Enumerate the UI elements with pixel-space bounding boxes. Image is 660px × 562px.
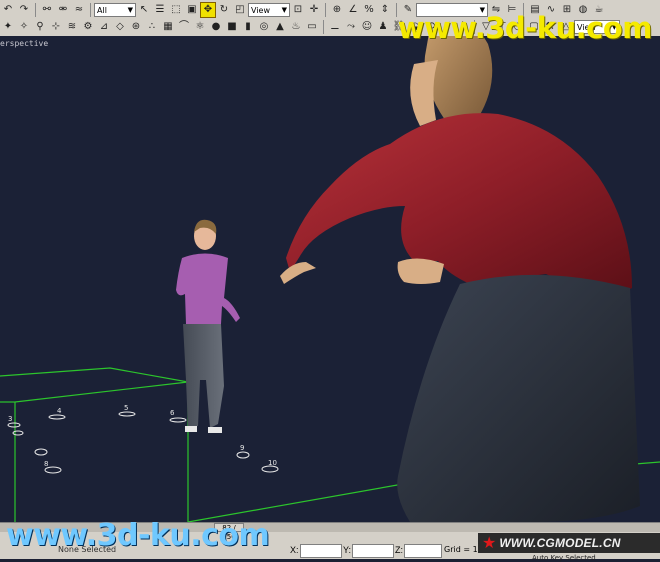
plane-icon[interactable]: ▭ [305,20,319,34]
bone-icon[interactable]: ⚊ [328,20,342,34]
footstep-marker[interactable] [34,448,48,456]
dynamics-icon[interactable]: ⚛ [193,20,207,34]
toolbar-divider [323,20,324,34]
perspective-viewport[interactable]: 3 4 5 6 8 9 10 erspective [0,36,660,522]
select-object-icon[interactable]: ↖ [137,3,151,17]
footstep-marker[interactable] [7,422,21,428]
auto-key-status[interactable]: Auto Key Selected [532,554,596,562]
footstep-label: 6 [170,409,175,417]
biped-icon[interactable]: ☺ [360,20,374,34]
angle-snap-icon[interactable]: ∠ [346,3,360,17]
cgmodel-logo-text: WWW.CGMODEL.CN [499,536,621,550]
cone-icon[interactable]: ▲ [273,20,287,34]
systems-icon[interactable]: ⚙ [81,20,95,34]
percent-snap-icon[interactable]: % [362,3,376,17]
footstep-label: 10 [268,459,277,467]
y-coordinate-field[interactable] [352,544,394,558]
child-character[interactable] [176,219,240,433]
cgmodel-logo: ★ WWW.CGMODEL.CN [478,533,660,553]
ik-icon[interactable]: ⤳ [344,20,358,34]
footstep-label: 8 [44,460,48,468]
toolbar-divider [35,3,36,17]
select-and-scale-icon[interactable]: ◰ [233,3,247,17]
x-coordinate-field[interactable] [300,544,342,558]
pivot-point-icon[interactable]: ⊡ [291,3,305,17]
woman-character[interactable] [280,36,640,522]
teapot-icon[interactable]: ♨ [289,20,303,34]
select-and-move-icon[interactable]: ✥ [200,2,216,18]
spinner-snap-icon[interactable]: ⇕ [378,3,392,17]
snap-toggle-icon[interactable]: ⊕ [330,3,344,17]
redo-icon[interactable]: ↷ [17,3,31,17]
viewport-scene: 3 4 5 6 8 9 10 [0,36,660,522]
watermark-top: www.3d-ku.com [397,11,653,45]
select-and-rotate-icon[interactable]: ↻ [217,3,231,17]
z-coordinate-label: Z: [395,545,403,555]
rectangular-selection-icon[interactable]: ⬚ [169,3,183,17]
footsteps [7,411,279,474]
footstep-marker[interactable] [169,417,187,423]
reference-coordinate-value: View [251,5,270,15]
z-coordinate-field[interactable] [404,544,442,558]
footstep-labels: 3 4 5 6 8 9 10 [8,404,277,468]
shapes-icon[interactable]: ◇ [113,20,127,34]
reference-coordinate-dropdown[interactable]: View ▼ [248,3,290,17]
select-link-icon[interactable]: ⚯ [40,3,54,17]
select-by-name-icon[interactable]: ☰ [153,3,167,17]
watermark-bottom: www.3d-ku.com [6,518,270,553]
window-crossing-icon[interactable]: ▣ [185,3,199,17]
nurbs-icon[interactable]: ⌒ [177,20,191,34]
footstep-label: 3 [8,415,12,423]
footstep-marker[interactable] [118,411,136,417]
selection-filter-value: All [97,5,107,15]
footstep-label: 9 [240,444,244,452]
viewport-label[interactable]: erspective [0,39,48,48]
cameras-icon[interactable]: ⚲ [33,20,47,34]
compound-icon[interactable]: ⊛ [129,20,143,34]
sphere-icon[interactable]: ● [209,20,223,34]
box-icon[interactable]: ■ [225,20,239,34]
cylinder-icon[interactable]: ▮ [241,20,255,34]
footstep-marker[interactable] [236,451,250,459]
chevron-down-icon: ▼ [127,6,133,14]
lights-icon[interactable]: ✧ [17,20,31,34]
undo-icon[interactable]: ↶ [1,3,15,17]
footstep-marker[interactable] [48,414,66,420]
toolbar-divider [325,3,326,17]
footstep-label: 5 [124,404,128,412]
bind-space-warp-icon[interactable]: ≈ [72,3,86,17]
particles-icon[interactable]: ∴ [145,20,159,34]
unlink-icon[interactable]: ⚮ [56,3,70,17]
spacewarps-icon[interactable]: ≋ [65,20,79,34]
extras-icon[interactable]: ⊿ [97,20,111,34]
manipulate-icon[interactable]: ✛ [307,3,321,17]
toolbar-divider [90,3,91,17]
star-icon: ★ [482,533,497,552]
create-icon[interactable]: ✦ [1,20,15,34]
x-coordinate-label: X: [290,545,299,555]
selection-filter-dropdown[interactable]: All ▼ [94,3,136,17]
footstep-label: 4 [57,407,62,415]
footstep-icon[interactable]: ♟ [376,20,390,34]
chevron-down-icon: ▼ [281,6,287,14]
torus-icon[interactable]: ◎ [257,20,271,34]
y-coordinate-label: Y: [343,545,352,555]
helpers-icon[interactable]: ⊹ [49,20,63,34]
patch-grids-icon[interactable]: ▦ [161,20,175,34]
